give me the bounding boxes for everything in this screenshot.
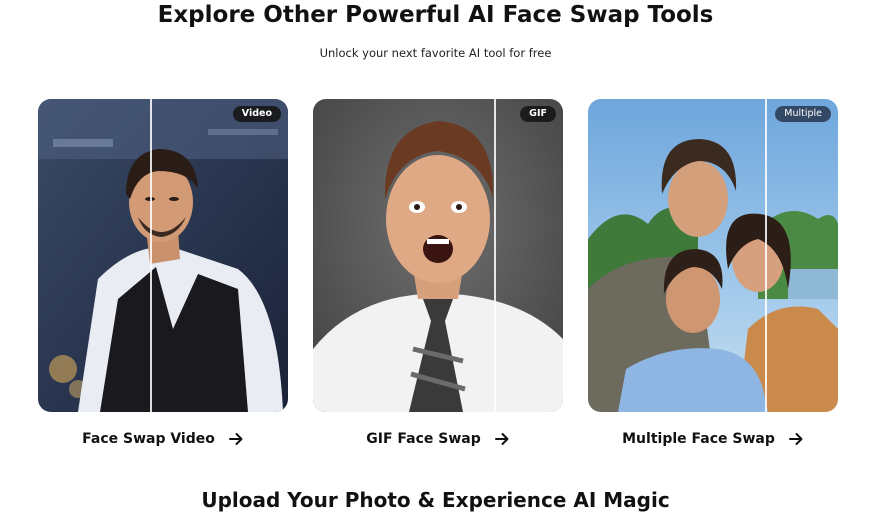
gif-face-swap-link[interactable]: GIF Face Swap [313,426,563,452]
arrow-right-icon [788,433,803,445]
compare-divider[interactable] [494,99,496,412]
badge-multiple: Multiple [775,106,831,122]
card-label: Face Swap Video [82,431,215,447]
tool-card-image-video[interactable]: Video [38,99,288,412]
section-title: Explore Other Powerful AI Face Swap Tool… [157,2,714,28]
badge-video: Video [232,106,281,122]
arrow-right-icon [494,433,509,445]
card-label: Multiple Face Swap [622,431,775,447]
arrow-right-icon [228,433,243,445]
man-in-vest-image [38,99,288,412]
tool-card-image-gif[interactable]: GIF [313,99,563,412]
section-subtitle: Unlock your next favorite AI tool for fr… [319,46,552,60]
tool-card-multiple-face-swap: Multiple Multiple Face Swap [588,99,838,447]
compare-divider[interactable] [765,99,767,412]
badge-gif: GIF [520,106,556,122]
tools-section: Explore Other Powerful AI Face Swap Tool… [0,0,871,524]
tool-card-image-multiple[interactable]: Multiple [588,99,838,412]
compare-divider[interactable] [150,99,152,412]
upload-section-title: Upload Your Photo & Experience AI Magic [201,488,670,512]
tool-card-gif-face-swap: GIF GIF Face Swap [313,99,563,447]
card-label: GIF Face Swap [366,431,481,447]
group-of-three-image [588,99,838,412]
tool-card-face-swap-video: Video Face Swap Video [38,99,288,447]
surprised-man-image [313,99,563,412]
face-swap-video-link[interactable]: Face Swap Video [38,426,288,452]
multiple-face-swap-link[interactable]: Multiple Face Swap [588,426,838,452]
